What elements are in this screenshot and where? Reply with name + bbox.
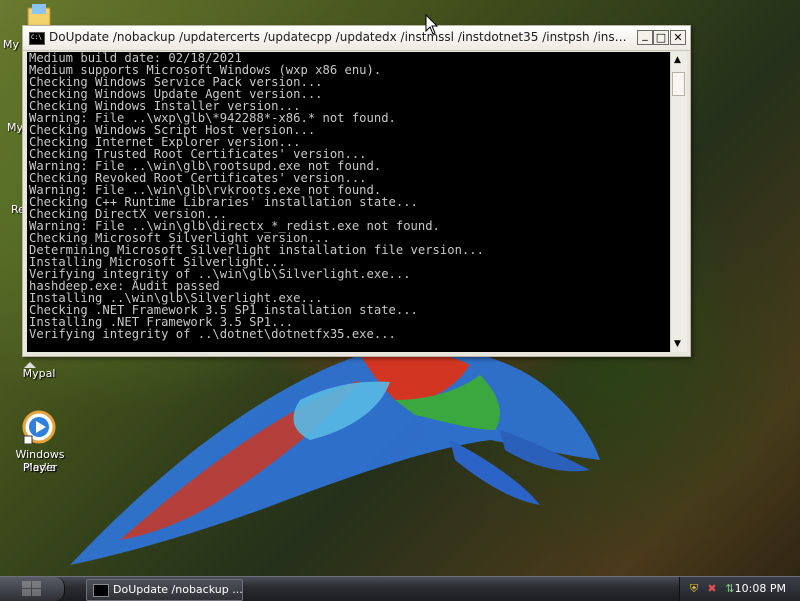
- maximize-button[interactable]: □: [653, 30, 669, 45]
- security-shield-icon[interactable]: ⛨: [688, 582, 700, 595]
- clock[interactable]: 10:08 PM: [735, 582, 786, 595]
- minimize-button[interactable]: _: [637, 29, 653, 45]
- desktop-label-my-1: My: [3, 38, 20, 51]
- taskbar: DoUpdate /nobackup ... ⛨ ✖ ⇅ 10:08 PM: [0, 576, 800, 601]
- console-icon: C:\: [29, 32, 45, 45]
- security-alert-icon[interactable]: ✖: [706, 582, 718, 595]
- windows-media-player-icon: [22, 410, 56, 445]
- taskbar-item-label: DoUpdate /nobackup ...: [113, 583, 243, 596]
- desktop-label-wmp-line2[interactable]: Player: [0, 461, 80, 474]
- console-window[interactable]: C:\ DoUpdate /nobackup /updatercerts /up…: [22, 25, 691, 357]
- system-tray: ⛨ ✖ ⇅ 10:08 PM: [679, 577, 800, 601]
- windows-logo-icon: [22, 581, 41, 596]
- scroll-thumb[interactable]: [672, 72, 685, 96]
- vertical-scrollbar[interactable]: ▲ ▼: [670, 52, 687, 352]
- mouse-cursor-icon: [425, 14, 439, 35]
- console-output[interactable]: Medium build date: 02/18/2021 Medium supp…: [27, 52, 670, 352]
- scroll-down-arrow-icon[interactable]: ▼: [674, 339, 681, 349]
- console-line: Verifying integrity of ..\dotnet\dotnetf…: [29, 327, 396, 341]
- desktop-icon-windows-media-player[interactable]: [22, 410, 56, 445]
- scroll-up-arrow-icon[interactable]: ▲: [674, 55, 681, 65]
- console-icon: [93, 584, 109, 597]
- window-titlebar[interactable]: C:\ DoUpdate /nobackup /updatercerts /up…: [23, 26, 690, 51]
- desktop-label-mypal[interactable]: Mypal: [18, 367, 60, 380]
- start-button[interactable]: [0, 577, 65, 601]
- window-title: DoUpdate /nobackup /updatercerts /update…: [49, 30, 629, 44]
- taskbar-item-doupdate[interactable]: DoUpdate /nobackup ...: [86, 579, 243, 601]
- close-button[interactable]: ✕: [670, 30, 686, 45]
